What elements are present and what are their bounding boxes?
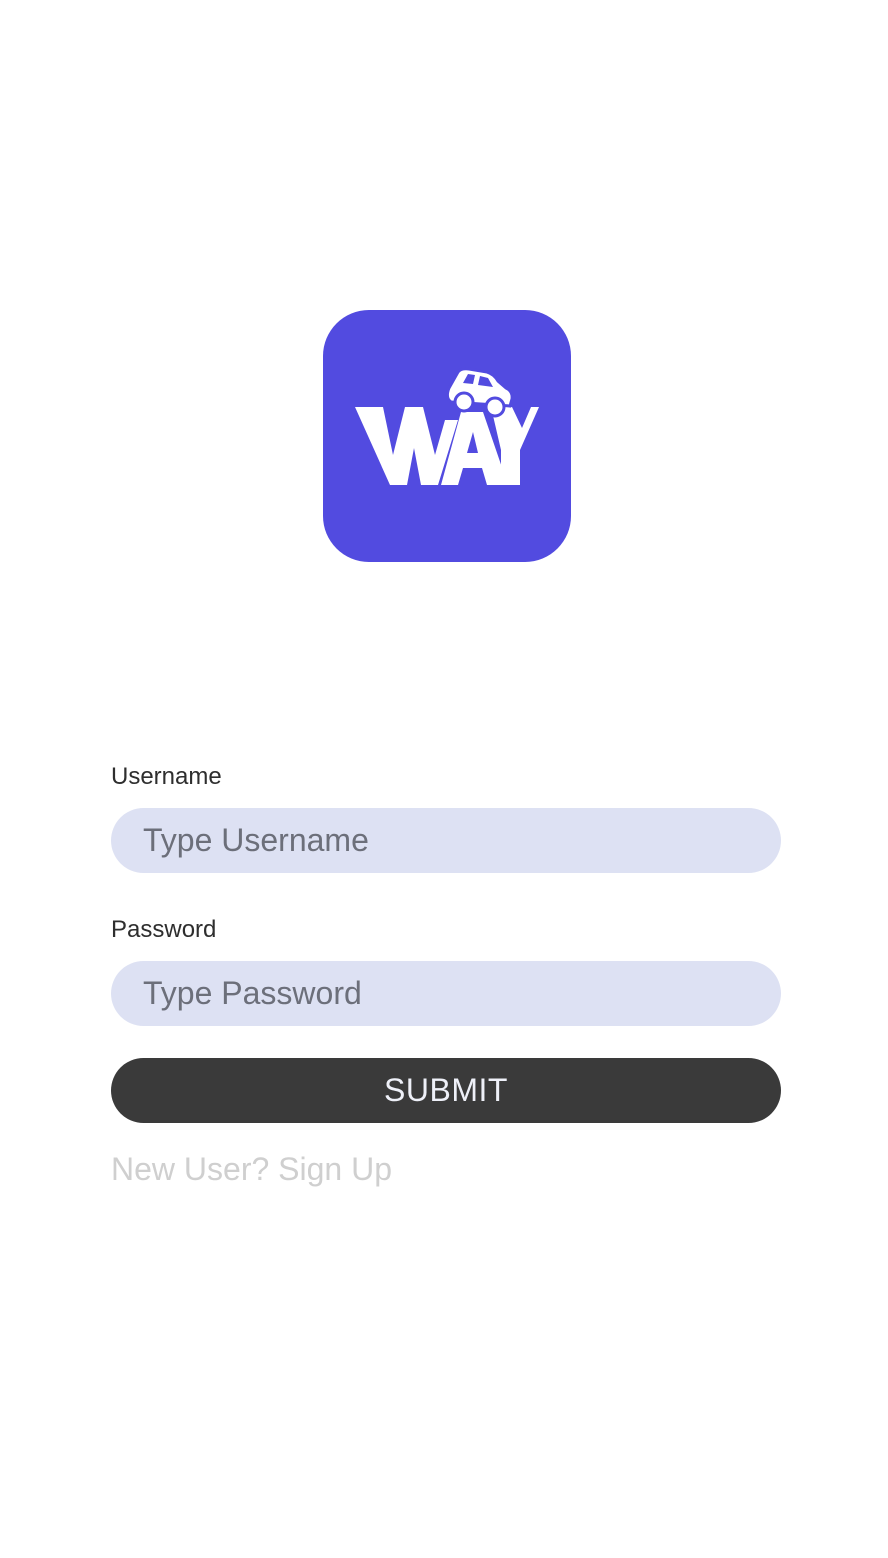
- login-form: Username Password SUBMIT New User? Sign …: [111, 760, 781, 1188]
- way-logo-mark: [355, 367, 539, 485]
- password-label: Password: [111, 916, 217, 943]
- car-icon: [445, 367, 514, 418]
- password-input[interactable]: [111, 961, 781, 1026]
- signup-link[interactable]: New User? Sign Up: [111, 1151, 392, 1188]
- username-label: Username: [111, 763, 222, 790]
- username-input[interactable]: [111, 808, 781, 873]
- login-screen: Username Password SUBMIT New User? Sign …: [0, 0, 888, 1558]
- app-logo: [323, 310, 571, 562]
- submit-button[interactable]: SUBMIT: [111, 1058, 781, 1123]
